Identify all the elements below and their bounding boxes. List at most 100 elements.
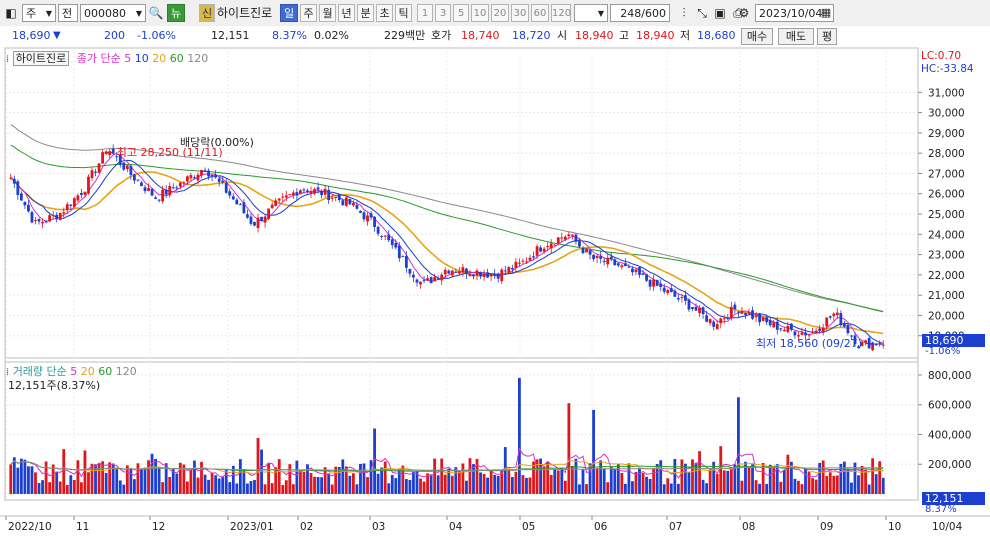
candle-type-icon[interactable]: ⫶ [676,4,692,22]
x-tick-label: 02 [300,521,313,533]
candle-body [592,254,595,260]
stock-code-input[interactable]: 000080 ▼ [80,4,146,22]
period-tick[interactable]: 틱 [395,4,412,22]
candle-body [613,259,617,266]
search-icon[interactable]: 🔍 [148,4,164,22]
period-day[interactable]: 일 [280,4,298,22]
buy-button[interactable]: 매수 [741,28,773,45]
candle-body [846,324,850,334]
volume-bar [585,484,588,494]
interval-10[interactable]: 10 [471,4,489,22]
volume-bar [532,461,535,494]
volume-bar [581,468,585,494]
candle-body [514,261,518,269]
candle-body [684,295,687,301]
volume-bar [620,472,624,494]
window-icon[interactable]: ◧ [3,4,19,22]
bar-count-input[interactable]: 248/600 [610,4,670,22]
line-tool-icon[interactable]: ⤡ [694,4,710,22]
volume-bar [281,485,285,494]
volume-bar [701,479,705,494]
candle-body [260,216,263,221]
chart-area[interactable]: 31,000 30,000 29,000 28,000 27,000 26,000 25,0… [0,46,990,539]
volume-bar [80,482,83,494]
current-price: 18,690 [12,29,51,42]
candle-body [440,274,444,281]
interval-3[interactable]: 3 [435,4,451,22]
candle-body [874,343,878,346]
period-second[interactable]: 초 [376,4,393,22]
candle-body [662,287,666,292]
save-icon[interactable]: ▣ [712,4,728,22]
interval-5[interactable]: 5 [453,4,469,22]
candle-body [578,240,581,247]
candle-body [200,170,203,176]
period-year[interactable]: 년 [338,4,355,22]
volume-bar [291,484,295,494]
volume-bar [472,464,475,494]
interval-1[interactable]: 1 [417,4,433,22]
volume-tick-label: 200,000 [928,459,971,471]
news-button[interactable]: 뉴 [167,4,185,22]
candle-body [334,196,338,198]
candle-body [698,307,701,314]
interval-20[interactable]: 20 [491,4,509,22]
candle-body [556,237,560,244]
period-month[interactable]: 월 [319,4,336,22]
interval-custom-input[interactable]: ▼ [574,4,608,22]
volume-bar [705,483,709,494]
volume-bar [574,458,578,494]
interval-60[interactable]: 60 [531,4,549,22]
candle-body [751,310,754,319]
volume-bar [214,475,218,494]
volume-bar [242,469,246,494]
calendar-icon[interactable]: ▦ [818,4,834,22]
volume-bar [546,461,550,494]
ma5-label: 5 [124,52,132,65]
chart-svg[interactable]: 31,000 30,000 29,000 28,000 27,000 26,000 25,0… [0,46,990,539]
volume-bar [132,479,136,494]
candle-body [37,219,41,222]
candle-body [821,327,825,333]
candle-body [48,215,52,222]
credit-button[interactable]: 신 [199,4,215,22]
candle-body [641,273,645,275]
volume-bar [553,469,557,494]
candle-body [539,247,543,252]
volume-bar [277,459,281,494]
candle-body [401,255,405,257]
stock-name-box[interactable]: 하이트진로 [12,51,70,66]
candle-body [775,321,779,330]
sell-button[interactable]: 매도 [778,28,814,45]
period-minute[interactable]: 분 [357,4,374,22]
high-price: 18,940 [636,29,675,42]
volume-bar [860,465,864,494]
candle-body [62,212,66,214]
volume-bar [698,451,701,494]
settings-icon[interactable]: ⚙ [737,4,751,22]
volume-bar [811,478,814,494]
candle-body [164,189,168,195]
volume-bar [793,478,797,494]
volume-bar [302,471,306,494]
candle-body [235,199,239,205]
eval-button[interactable]: 평 [817,28,837,45]
open-label: 시 [557,29,568,42]
volume-bar [330,484,334,494]
candle-body [468,274,472,277]
interval-30[interactable]: 30 [511,4,529,22]
period-week[interactable]: 주 [300,4,317,22]
candle-body [351,202,355,206]
volume-bar [115,468,119,494]
volume-bar [691,459,694,494]
exchange-select[interactable]: 전 [58,4,78,22]
volume-bar [397,468,401,494]
volume-bar [846,469,850,494]
price-tick-label: 26,000 [928,189,965,201]
price-tick-label: 29,000 [928,128,965,140]
interval-120[interactable]: 120 [551,4,571,22]
market-select[interactable]: 주 ▼ [22,4,56,22]
candle-body [147,188,150,191]
volume-bar [768,464,772,494]
candle-body [835,312,839,316]
